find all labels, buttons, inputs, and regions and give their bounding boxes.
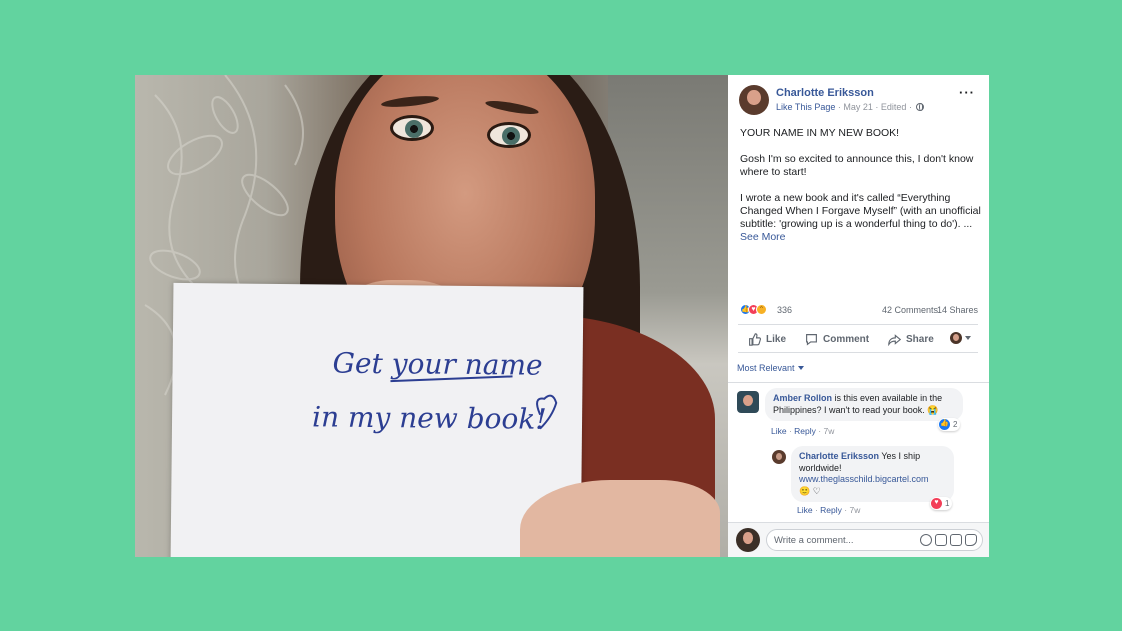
reply-reaction-badge[interactable]: ♥ 1 bbox=[930, 497, 953, 510]
post-date[interactable]: May 21 bbox=[843, 102, 873, 112]
action-bar: Like Comment Share bbox=[738, 324, 978, 353]
comment-composer: Write a comment... bbox=[728, 522, 989, 557]
current-user-avatar bbox=[736, 528, 760, 552]
comment-actions: Like · Reply · 7w bbox=[771, 426, 835, 436]
chevron-down-icon bbox=[797, 366, 804, 370]
handwritten-sign: Get your name in my new book! bbox=[170, 282, 584, 557]
comment-bubble: Amber Rollon is this even available in t… bbox=[765, 388, 963, 421]
love-reaction-icon: ♥ bbox=[931, 498, 942, 509]
share-arrow-icon bbox=[888, 334, 901, 346]
comment-button[interactable]: Comment bbox=[805, 333, 869, 346]
post-meta: Like This Page · May 21 · Edited · bbox=[776, 102, 925, 112]
comment-icon bbox=[806, 334, 817, 346]
post-text: YOUR NAME IN MY NEW BOOK! Gosh I'm so ex… bbox=[740, 127, 982, 257]
right-brow bbox=[484, 98, 540, 117]
author-avatar[interactable] bbox=[739, 85, 769, 115]
share-button[interactable]: Share bbox=[888, 333, 934, 346]
post-paragraph: YOUR NAME IN MY NEW BOOK! bbox=[740, 127, 900, 139]
see-more-link[interactable]: See More bbox=[740, 231, 786, 243]
shares-count[interactable]: 14 Shares bbox=[937, 305, 978, 315]
reply-reply-link[interactable]: Reply bbox=[820, 505, 842, 515]
reply-actions: Like · Reply · 7w bbox=[797, 505, 861, 515]
post-header: Charlotte Eriksson Like This Page · May … bbox=[728, 75, 989, 121]
reaction-icons[interactable]: 👍 ♥ ᵔ bbox=[740, 304, 767, 316]
commenter-avatar[interactable] bbox=[737, 391, 759, 413]
post-paragraph: I wrote a new book and it's called “Ever… bbox=[740, 192, 981, 243]
reply-time[interactable]: 7w bbox=[849, 505, 860, 515]
globe-icon bbox=[916, 103, 925, 111]
like-button[interactable]: Like bbox=[748, 333, 786, 346]
camera-icon[interactable] bbox=[935, 534, 947, 546]
reply-author-avatar[interactable] bbox=[772, 450, 786, 464]
edited-label[interactable]: Edited bbox=[881, 102, 907, 112]
bottom-hand bbox=[520, 480, 720, 557]
audience-selector[interactable] bbox=[950, 332, 971, 344]
comment-reply-link[interactable]: Reply bbox=[794, 426, 816, 436]
comments-count[interactable]: 42 Comments bbox=[882, 305, 938, 315]
comment-like-link[interactable]: Like bbox=[771, 426, 787, 436]
post-panel: Charlotte Eriksson Like This Page · May … bbox=[728, 75, 989, 557]
comment-author[interactable]: Amber Rollon bbox=[773, 393, 832, 403]
gif-icon[interactable] bbox=[950, 534, 962, 546]
chevron-down-icon bbox=[965, 336, 971, 340]
sticker-icon[interactable] bbox=[965, 534, 977, 546]
like-reaction-icon: 👍 bbox=[939, 419, 950, 430]
comments-list: Amber Rollon is this even available in t… bbox=[728, 382, 989, 522]
post-paragraph: Gosh I'm so excited to announce this, I … bbox=[740, 153, 974, 178]
reactions-summary: 👍 ♥ ᵔ 336 42 Comments 14 Shares bbox=[740, 304, 978, 318]
comment-sort-dropdown[interactable]: Most Relevant bbox=[737, 363, 804, 373]
left-brow bbox=[380, 93, 440, 110]
composer-icons bbox=[920, 534, 977, 546]
reply-link[interactable]: www.theglasschild.bigcartel.com bbox=[799, 474, 929, 484]
reaction-count[interactable]: 336 bbox=[777, 305, 792, 315]
left-eye bbox=[390, 115, 434, 141]
post-photo[interactable]: Get your name in my new book! bbox=[135, 75, 728, 557]
comment-reaction-badge[interactable]: 👍 2 bbox=[938, 418, 961, 431]
reply-bubble: Charlotte Eriksson Yes I ship worldwide!… bbox=[791, 446, 954, 502]
comment-emoji: 😭 bbox=[927, 404, 939, 415]
reply-author[interactable]: Charlotte Eriksson bbox=[799, 451, 879, 461]
haha-reaction-icon: ᵔ bbox=[756, 304, 767, 315]
emoji-icon[interactable] bbox=[920, 534, 932, 546]
thumbs-up-icon bbox=[749, 333, 761, 346]
comment-time[interactable]: 7w bbox=[823, 426, 834, 436]
right-eye bbox=[487, 122, 531, 148]
author-name[interactable]: Charlotte Eriksson bbox=[776, 87, 874, 99]
more-options-icon[interactable]: ··· bbox=[959, 85, 975, 100]
page-avatar bbox=[950, 332, 962, 344]
reply-emoji: 🙂 ♡ bbox=[799, 485, 821, 496]
reply-like-link[interactable]: Like bbox=[797, 505, 813, 515]
handwriting-line-2: in my new book! bbox=[312, 400, 547, 435]
like-page-link[interactable]: Like This Page bbox=[776, 102, 835, 112]
